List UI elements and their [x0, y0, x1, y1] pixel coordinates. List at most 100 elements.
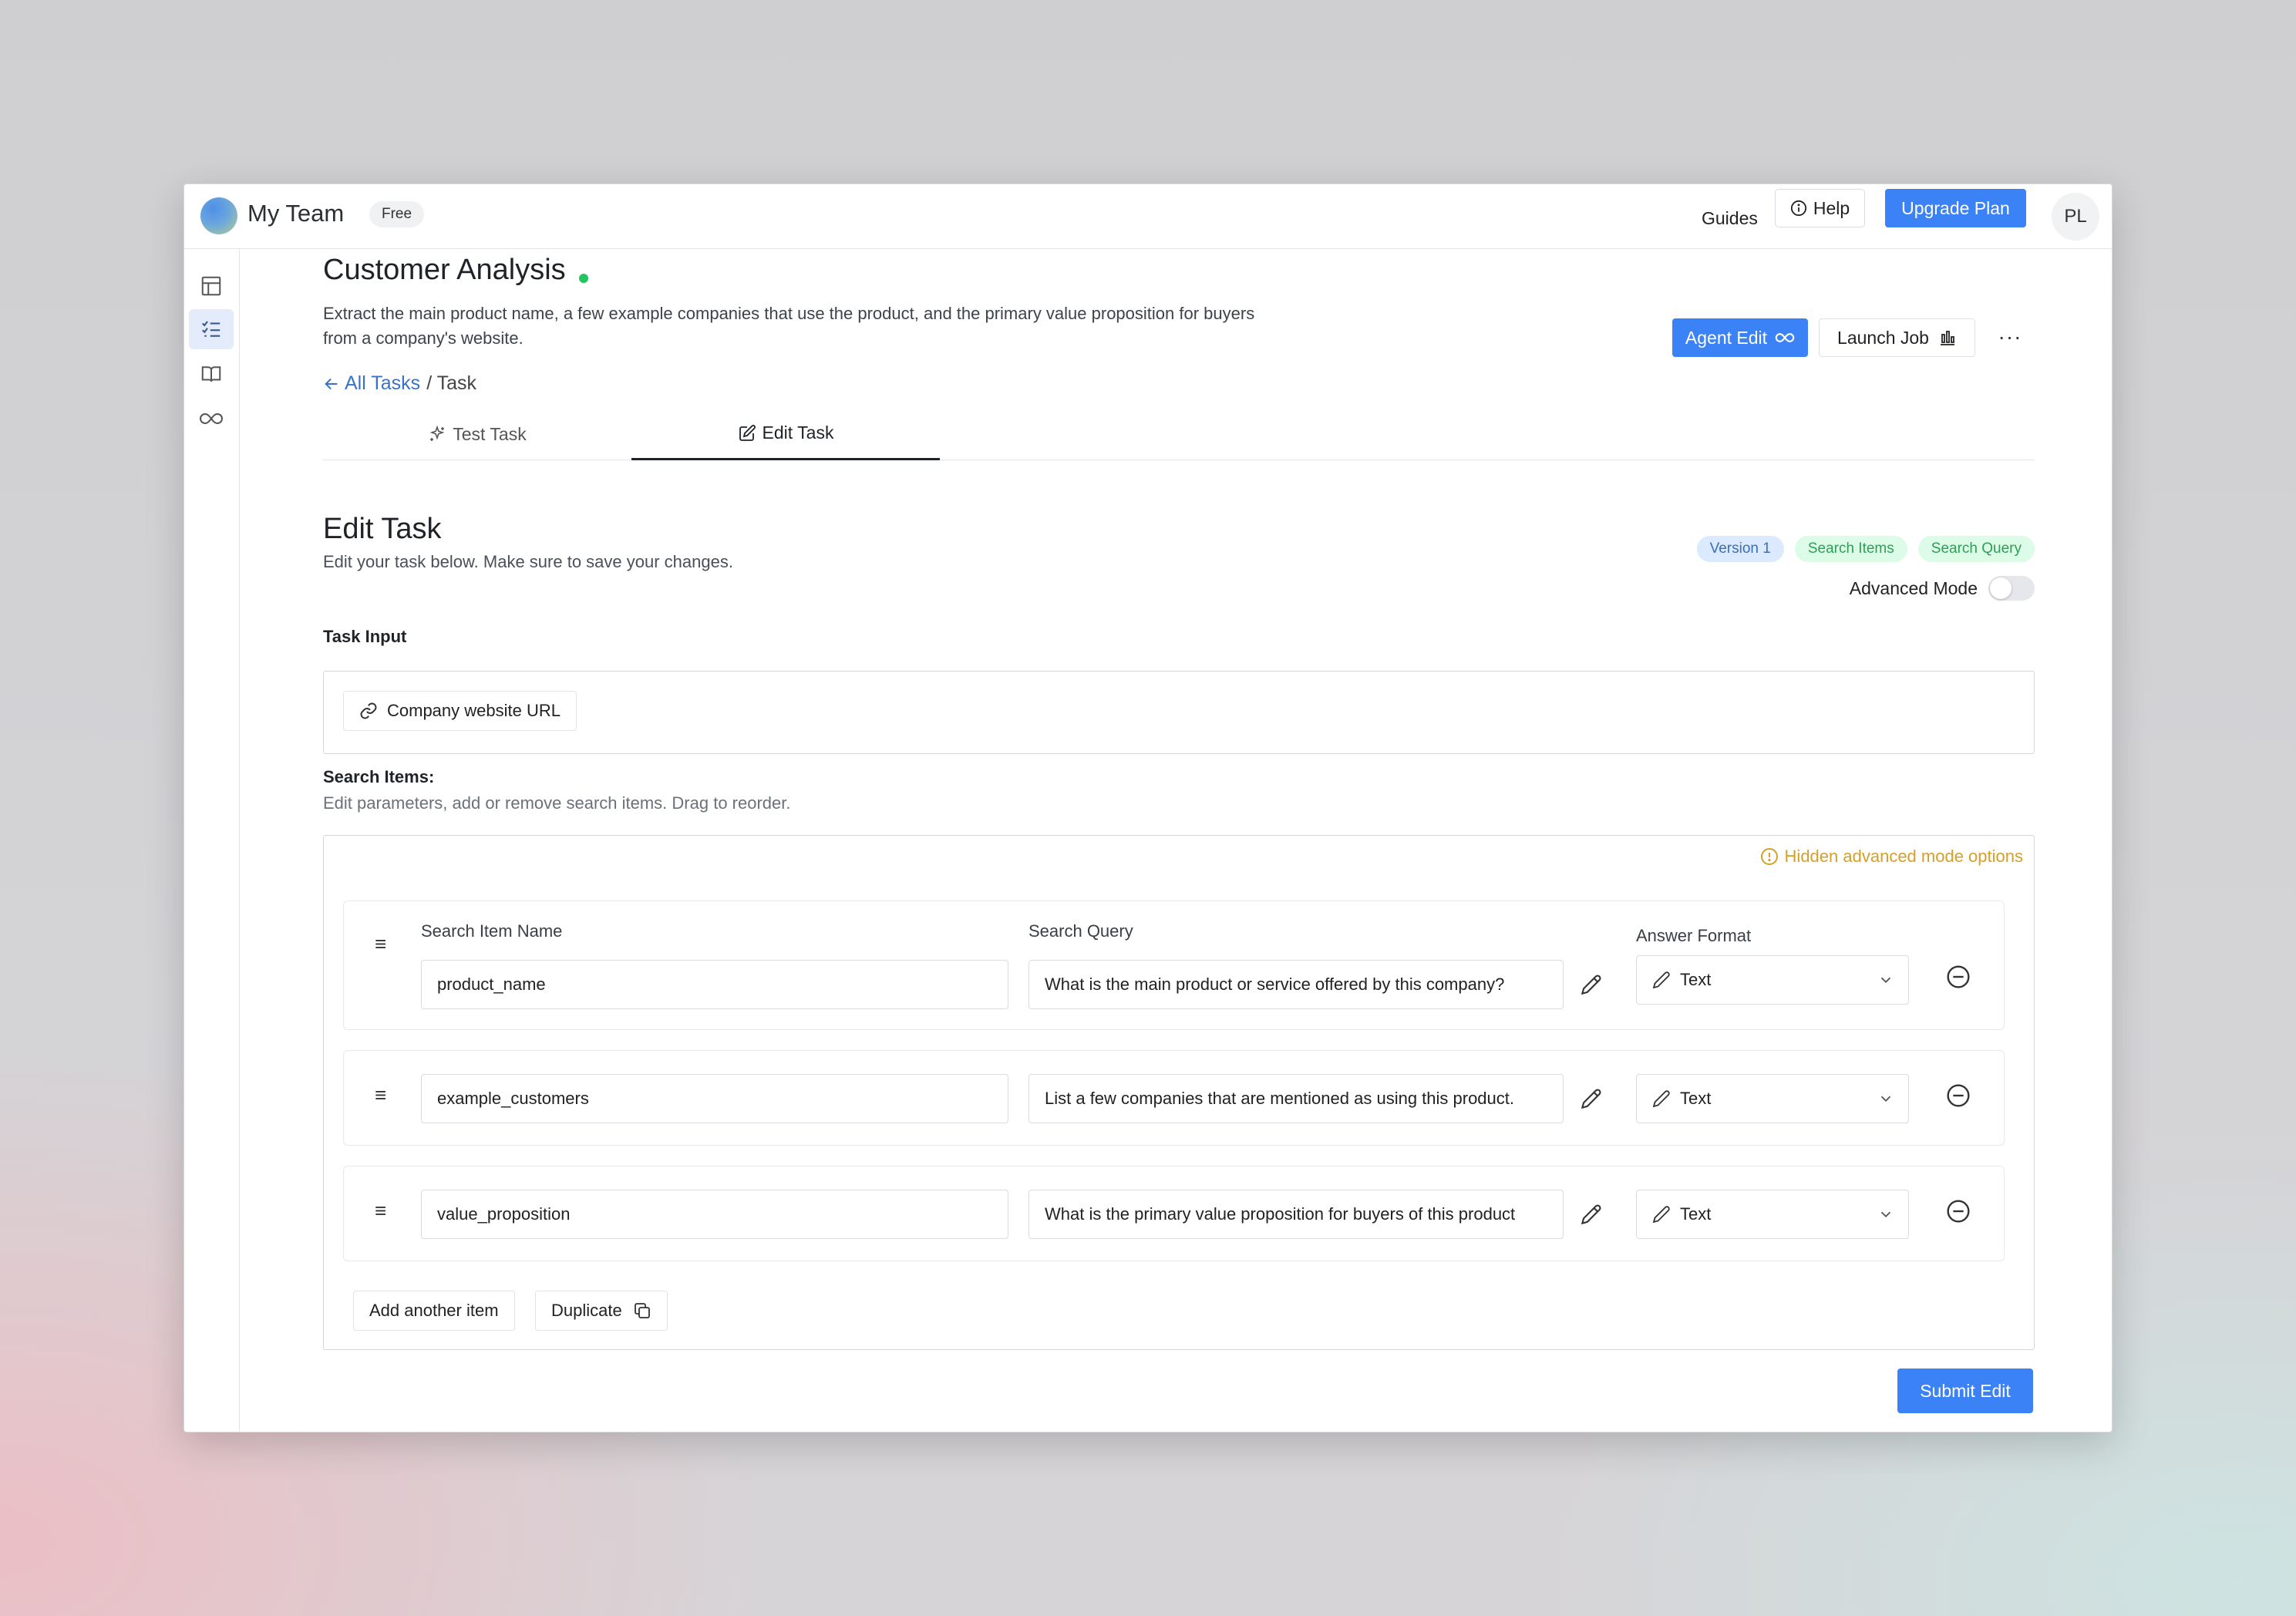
sparkle-icon [429, 425, 445, 441]
sidebar-item-library[interactable] [189, 354, 234, 394]
plan-badge: Free [369, 201, 425, 227]
status-dot [579, 274, 588, 283]
advanced-mode-label: Advanced Mode [1849, 577, 1978, 598]
search-item-row: ≡ Search Item Name Search Query Answer F… [343, 901, 2005, 1030]
chevron-down-icon [1880, 977, 1891, 984]
task-input-label: Task Input [323, 627, 407, 646]
task-input-chip[interactable]: Company website URL [343, 691, 577, 731]
launch-job-button[interactable]: Launch Job [1819, 318, 1975, 357]
edit-query-button[interactable] [1578, 971, 1604, 998]
submit-edit-button[interactable]: Submit Edit [1897, 1369, 2033, 1413]
search-item-name-input[interactable]: product_name [421, 960, 1008, 1009]
answer-format-value: Text [1680, 1204, 1712, 1224]
arrow-left-icon [325, 378, 338, 389]
search-query-badge: Search Query [1917, 536, 2035, 562]
infinity-icon [1775, 333, 1795, 342]
guides-link[interactable]: Guides [1697, 200, 1762, 237]
page-title: Customer Analysis [323, 254, 566, 286]
search-item-name-input[interactable]: value_proposition [421, 1190, 1008, 1239]
table-icon [201, 276, 221, 296]
more-options-button[interactable]: ··· [1995, 322, 2025, 352]
warning-circle-icon [1760, 848, 1778, 865]
upgrade-plan-button[interactable]: Upgrade Plan [1885, 189, 2026, 227]
search-item-row: ≡ example_customers List a few companies… [343, 1050, 2005, 1146]
task-input-chip-label: Company website URL [387, 701, 561, 720]
link-icon [360, 702, 377, 719]
search-items-box: Hidden advanced mode options ≡ Search It… [323, 835, 2035, 1350]
pencil-icon [1581, 975, 1601, 995]
remove-circle-icon[interactable] [1946, 1083, 1971, 1108]
answer-format-select[interactable]: Text [1636, 955, 1909, 1005]
launch-job-label: Launch Job [1837, 327, 1929, 348]
search-query-input[interactable]: What is the main product or service offe… [1028, 960, 1564, 1009]
tab-bar: Test Task Edit Task [323, 408, 2035, 460]
add-item-button[interactable]: Add another item [353, 1291, 515, 1331]
task-description: Extract the main product name, a few exa… [323, 304, 1255, 348]
task-input-box: Company website URL [323, 671, 2035, 754]
hidden-options-label: Hidden advanced mode options [1784, 847, 2023, 866]
answer-format-select[interactable]: Text [1636, 1074, 1909, 1123]
sidebar-item-table[interactable] [189, 266, 234, 306]
team-name[interactable]: My Team [247, 200, 344, 227]
advanced-mode-toggle[interactable] [1988, 576, 2035, 601]
breadcrumb: All Tasks / Task [323, 372, 476, 395]
pencil-icon [1581, 1204, 1601, 1225]
drag-handle-icon[interactable]: ≡ [375, 1083, 386, 1107]
chevron-down-icon [1880, 1211, 1891, 1218]
sidebar-item-agents[interactable] [189, 399, 234, 439]
bar-chart-icon [1940, 331, 1954, 345]
info-icon [1790, 200, 1806, 217]
tab-test-task-label: Test Task [453, 423, 527, 444]
copy-icon [634, 1303, 650, 1318]
main-content: Customer Analysis Extract the main produ… [323, 249, 2035, 1432]
chevron-down-icon [1880, 1096, 1891, 1103]
infinity-icon [200, 412, 223, 425]
tab-edit-task[interactable]: Edit Task [631, 408, 940, 460]
column-label-query: Search Query [1028, 921, 1133, 941]
search-items-badge: Search Items [1794, 536, 1907, 562]
answer-format-value: Text [1680, 1089, 1712, 1108]
tab-edit-task-label: Edit Task [762, 423, 834, 443]
toggle-knob [1990, 577, 2012, 599]
pen-icon [1652, 1090, 1670, 1108]
search-query-input[interactable]: List a few companies that are mentioned … [1028, 1074, 1564, 1123]
help-label: Help [1813, 197, 1850, 218]
task-list-icon [201, 321, 221, 337]
search-items-subtitle: Edit parameters, add or remove search it… [323, 793, 791, 813]
tab-test-task[interactable]: Test Task [323, 408, 631, 460]
hidden-advanced-options[interactable]: Hidden advanced mode options [1760, 847, 2023, 867]
pen-icon [1652, 971, 1670, 989]
avatar[interactable]: PL [2052, 193, 2099, 241]
breadcrumb-back-link[interactable]: All Tasks [323, 372, 420, 395]
top-bar: My Team Free Guides Help Upgrade Plan PL [184, 184, 2112, 249]
search-item-row: ≡ value_proposition What is the primary … [343, 1166, 2005, 1261]
breadcrumb-current: / Task [426, 372, 477, 394]
remove-circle-icon[interactable] [1946, 965, 1971, 989]
pen-icon [1652, 1206, 1670, 1224]
agent-edit-label: Agent Edit [1685, 327, 1768, 348]
edit-query-button[interactable] [1578, 1086, 1604, 1112]
agent-edit-button[interactable]: Agent Edit [1672, 318, 1808, 357]
edit-square-icon [739, 424, 756, 441]
pencil-icon [1581, 1089, 1601, 1109]
remove-circle-icon[interactable] [1946, 1199, 1971, 1224]
edit-task-subtitle: Edit your task below. Make sure to save … [323, 552, 733, 571]
drag-handle-icon[interactable]: ≡ [375, 1199, 386, 1223]
app-window: My Team Free Guides Help Upgrade Plan PL… [183, 183, 2113, 1433]
edit-query-button[interactable] [1578, 1201, 1604, 1227]
drag-handle-icon[interactable]: ≡ [375, 932, 386, 956]
sidebar-item-tasks[interactable] [189, 309, 234, 349]
badge-group: Version 1 Search Items Search Query [1696, 536, 2035, 562]
answer-format-select[interactable]: Text [1636, 1190, 1909, 1239]
help-button[interactable]: Help [1775, 189, 1865, 227]
search-query-input[interactable]: What is the primary value proposition fo… [1028, 1190, 1564, 1239]
sidebar [184, 249, 240, 1432]
column-label-format: Answer Format [1636, 926, 1752, 945]
team-logo[interactable] [200, 197, 237, 234]
book-icon [201, 366, 221, 382]
search-items-label: Search Items: [323, 767, 435, 786]
search-item-name-input[interactable]: example_customers [421, 1074, 1008, 1123]
edit-task-title: Edit Task [323, 513, 442, 545]
duplicate-button[interactable]: Duplicate [535, 1291, 668, 1331]
answer-format-value: Text [1680, 970, 1712, 989]
